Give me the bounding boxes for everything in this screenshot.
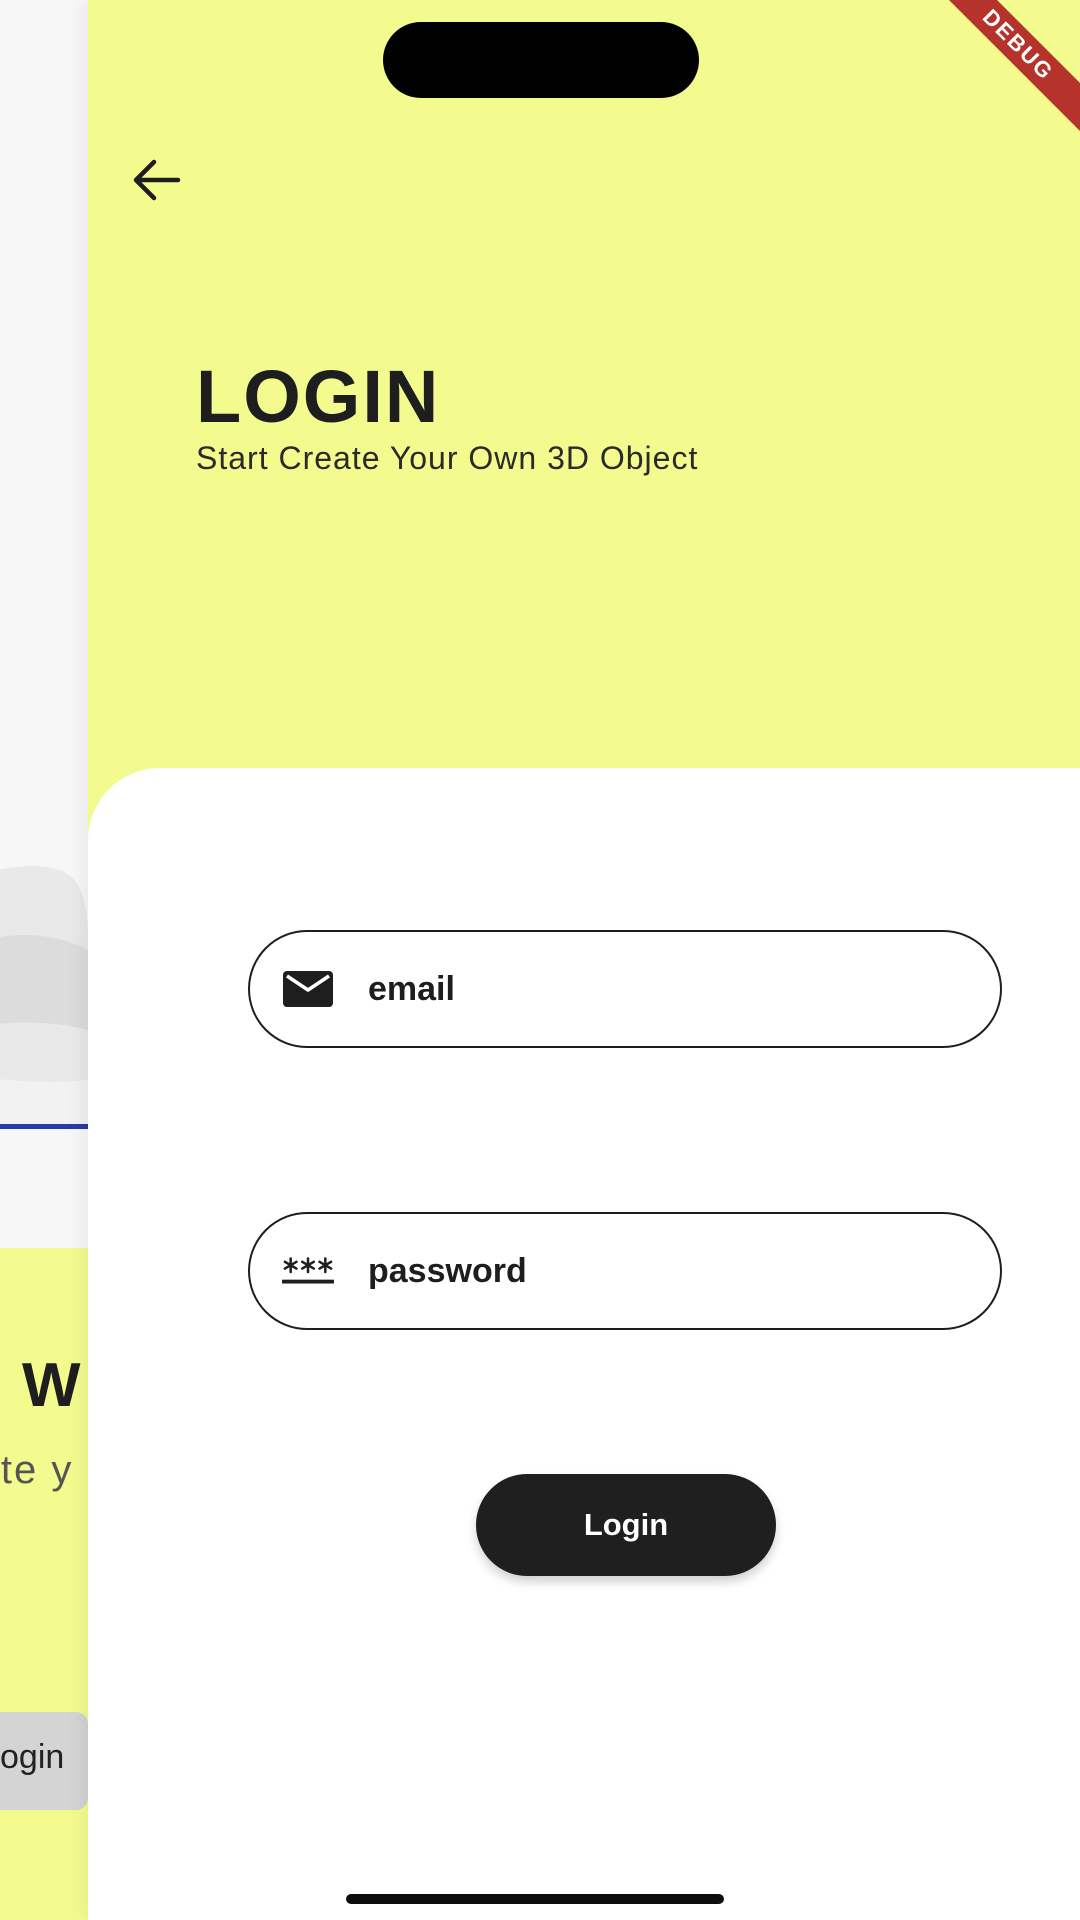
password-field[interactable] bbox=[248, 1212, 1002, 1330]
screen: W ite y ogin DEBUG LOGIN Start Create Yo… bbox=[0, 0, 1080, 1920]
background-page: W ite y ogin bbox=[0, 0, 88, 1920]
background-subtitle: ite y bbox=[0, 1448, 74, 1492]
email-field[interactable] bbox=[248, 930, 1002, 1048]
shoe-image bbox=[0, 866, 88, 1130]
camera-notch bbox=[383, 22, 699, 98]
mail-icon bbox=[282, 969, 334, 1009]
background-login-button-label: ogin bbox=[0, 1738, 65, 1776]
arrow-left-icon bbox=[133, 159, 181, 201]
background-yellow-section bbox=[0, 1248, 88, 1920]
back-button[interactable] bbox=[124, 148, 188, 212]
debug-banner: DEBUG bbox=[921, 0, 1080, 142]
login-button[interactable]: Login bbox=[476, 1474, 776, 1576]
background-heading: W bbox=[22, 1351, 81, 1420]
email-input[interactable] bbox=[368, 969, 928, 1009]
login-form-sheet: Login bbox=[88, 768, 1080, 1920]
page-title: LOGIN bbox=[196, 355, 441, 438]
background-login-button[interactable]: ogin bbox=[0, 1712, 88, 1810]
password-icon bbox=[282, 1251, 334, 1291]
login-page: DEBUG LOGIN Start Create Your Own 3D Obj… bbox=[88, 0, 1080, 1920]
home-indicator bbox=[346, 1894, 724, 1904]
password-input[interactable] bbox=[368, 1251, 928, 1291]
page-subtitle: Start Create Your Own 3D Object bbox=[196, 440, 699, 476]
